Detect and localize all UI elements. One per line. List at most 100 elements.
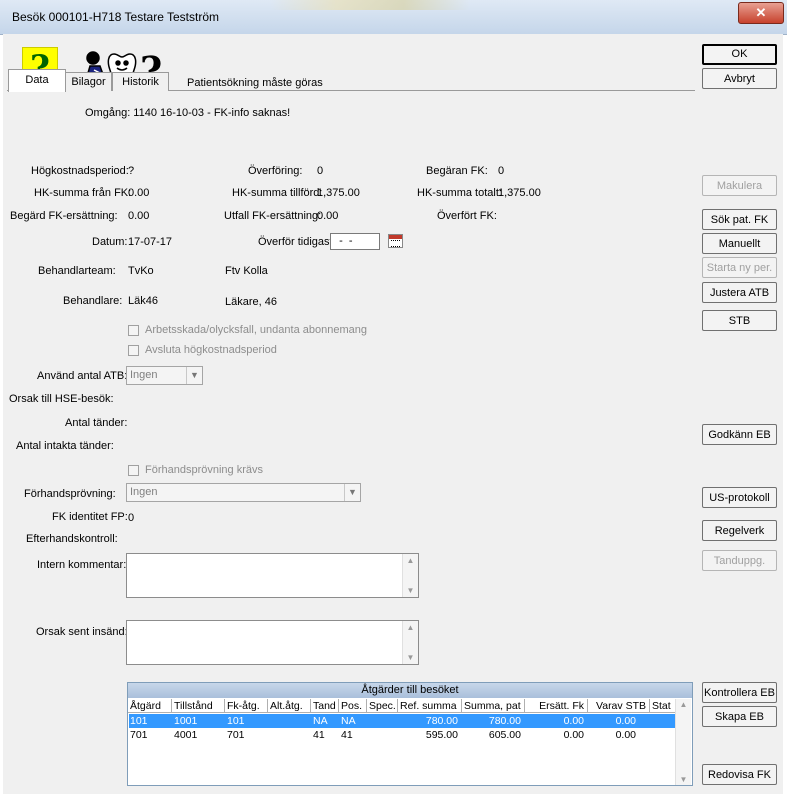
- orsak-sent-label: Orsak sent insänd:: [36, 626, 128, 638]
- cell-ref-summa: 595.00: [425, 729, 458, 741]
- overfort-label: Överfört FK:: [437, 210, 497, 222]
- col-stat[interactable]: Stat: [650, 699, 677, 713]
- intakta-label: Antal intakta tänder:: [16, 440, 114, 452]
- kontrollera-eb-button[interactable]: Kontrollera EB: [702, 682, 777, 703]
- cell-summa-pat: 780.00: [488, 715, 521, 727]
- table-scrollbar[interactable]: ▲ ▼: [675, 699, 691, 785]
- tab-bilagor[interactable]: Bilagor: [65, 72, 112, 91]
- regelverk-button[interactable]: Regelverk: [702, 520, 777, 541]
- hogkost-value: ?: [128, 165, 135, 177]
- team-code: TvKo: [128, 265, 154, 277]
- cell-ersatt-fk: 0.00: [563, 729, 584, 741]
- scroll-up-icon[interactable]: ▲: [676, 700, 691, 709]
- overfor-tidigast-input[interactable]: - -: [330, 233, 380, 250]
- chevron-down-icon: ▼: [344, 484, 360, 501]
- us-protokoll-button[interactable]: US-protokoll: [702, 487, 777, 508]
- col-pos[interactable]: Pos.: [339, 699, 367, 713]
- orsak-sent-input[interactable]: ▲ ▼: [126, 620, 419, 665]
- tab-bilagor-label: Bilagor: [71, 76, 106, 88]
- cell-tand: 41: [313, 729, 325, 741]
- sok-pat-fk-button[interactable]: Sök pat. FK: [702, 209, 777, 230]
- behandlare-code: Läk46: [128, 295, 158, 307]
- title-glow: [270, 0, 470, 10]
- forhand-checkbox[interactable]: [128, 465, 139, 476]
- avsluta-checkbox[interactable]: [128, 345, 139, 356]
- omgang-value: Omgång: 1140 16-10-03 - FK-info saknas!: [85, 107, 291, 119]
- col-ersatt-fk[interactable]: Ersätt. Fk: [525, 699, 588, 713]
- intern-label: Intern kommentar:: [37, 559, 127, 571]
- atb-select[interactable]: Ingen ▼: [126, 366, 203, 385]
- hk-fran-label: HK-summa från FK:: [34, 187, 132, 199]
- forhand-label: Förhandsprövning:: [24, 488, 116, 500]
- skapa-eb-button[interactable]: Skapa EB: [702, 706, 777, 727]
- col-summa-pat[interactable]: Summa, pat: [462, 699, 525, 713]
- stb-button[interactable]: STB: [702, 310, 777, 331]
- cell-pos: 41: [341, 729, 353, 741]
- cell-varav-stb: 0.00: [615, 715, 636, 727]
- col-tand[interactable]: Tand: [311, 699, 339, 713]
- overforing-value: 0: [317, 165, 324, 177]
- calendar-icon[interactable]: [388, 234, 403, 248]
- cell-atgard: 101: [130, 715, 148, 727]
- efterhand-label: Efterhandskontroll:: [26, 533, 118, 545]
- redovisa-fk-button[interactable]: Redovisa FK: [702, 764, 777, 785]
- avbryt-button[interactable]: Avbryt: [702, 68, 777, 89]
- chevron-down-icon: ▼: [186, 367, 202, 384]
- datum-value: 17-07-17: [128, 236, 173, 248]
- begard-value: 0.00: [128, 210, 150, 222]
- cell-tillstand: 1001: [174, 715, 198, 727]
- cell-tillstand: 4001: [174, 729, 198, 741]
- close-button[interactable]: ✕: [738, 2, 784, 24]
- tab-data[interactable]: Data: [8, 69, 66, 92]
- tander-label: Antal tänder:: [65, 417, 128, 429]
- makulera-button[interactable]: Makulera: [702, 175, 777, 196]
- tab-historik-label: Historik: [122, 76, 159, 88]
- begaran-value: 0: [498, 165, 505, 177]
- cell-fk-atg: 701: [227, 729, 245, 741]
- avsluta-label: Avsluta högkostnadsperiod: [145, 344, 277, 356]
- cell-pos: NA: [341, 715, 356, 727]
- begard-label: Begärd FK-ersättning:: [10, 210, 118, 222]
- scroll-down-icon[interactable]: ▼: [676, 775, 691, 784]
- cell-summa-pat: 605.00: [488, 729, 521, 741]
- atb-select-value: Ingen: [130, 369, 158, 381]
- scrollbar[interactable]: ▲ ▼: [402, 554, 418, 597]
- tab-historik[interactable]: Historik: [112, 72, 169, 91]
- starta-ny-period-button[interactable]: Starta ny per.: [702, 257, 777, 278]
- title-bar: Besök 000101-H718 Testare Testström ✕: [0, 0, 787, 35]
- manuellt-button[interactable]: Manuellt: [702, 233, 777, 254]
- col-ref-summa[interactable]: Ref. summa: [398, 699, 462, 713]
- col-alt-atg[interactable]: Alt.åtg.: [268, 699, 311, 713]
- hk-fran-value: 0.00: [128, 187, 150, 199]
- cell-varav-stb: 0.00: [615, 729, 636, 741]
- arbetsskada-label: Arbetsskada/olycksfall, undanta abonnema…: [145, 324, 367, 336]
- table-row[interactable]: 101 1001 101 NA NA 780.00 780.00 0.00 0.…: [128, 714, 677, 728]
- arbetsskada-checkbox[interactable]: [128, 325, 139, 336]
- tanduppg-button[interactable]: Tanduppg.: [702, 550, 777, 571]
- hk-totalt-label: HK-summa totalt:: [417, 187, 502, 199]
- dialog-body: [3, 34, 783, 794]
- col-spec[interactable]: Spec.: [367, 699, 398, 713]
- window-title: Besök 000101-H718 Testare Testström: [12, 10, 220, 24]
- datum-label: Datum:: [92, 236, 128, 248]
- utfall-value: 0.00: [317, 210, 339, 222]
- cell-ref-summa: 780.00: [425, 715, 458, 727]
- justera-atb-button[interactable]: Justera ATB: [702, 282, 777, 303]
- team-name: Ftv Kolla: [225, 265, 268, 277]
- col-fk-atg[interactable]: Fk-åtg.: [225, 699, 268, 713]
- patient-search-message: Patientsökning måste göras: [187, 77, 323, 89]
- col-varav-stb[interactable]: Varav STB: [588, 699, 650, 713]
- hk-tillford-label: HK-summa tillförd:: [232, 187, 323, 199]
- godkann-eb-button[interactable]: Godkänn EB: [702, 424, 777, 445]
- cell-ersatt-fk: 0.00: [563, 715, 584, 727]
- atgarder-table: Åtgärder till besöket Åtgärd Tillstånd F…: [127, 682, 693, 786]
- scrollbar[interactable]: ▲ ▼: [402, 621, 418, 664]
- intern-comment-input[interactable]: ▲ ▼: [126, 553, 419, 598]
- fk-id-label: FK identitet FP:: [52, 511, 128, 523]
- ok-button[interactable]: OK: [702, 44, 777, 65]
- table-row[interactable]: 701 4001 701 41 41 595.00 605.00 0.00 0.…: [128, 728, 677, 742]
- col-atgard[interactable]: Åtgärd: [128, 699, 172, 713]
- forhand-select[interactable]: Ingen ▼: [126, 483, 361, 502]
- col-tillstand[interactable]: Tillstånd: [172, 699, 225, 713]
- hogkost-label: Högkostnadsperiod:: [31, 165, 129, 177]
